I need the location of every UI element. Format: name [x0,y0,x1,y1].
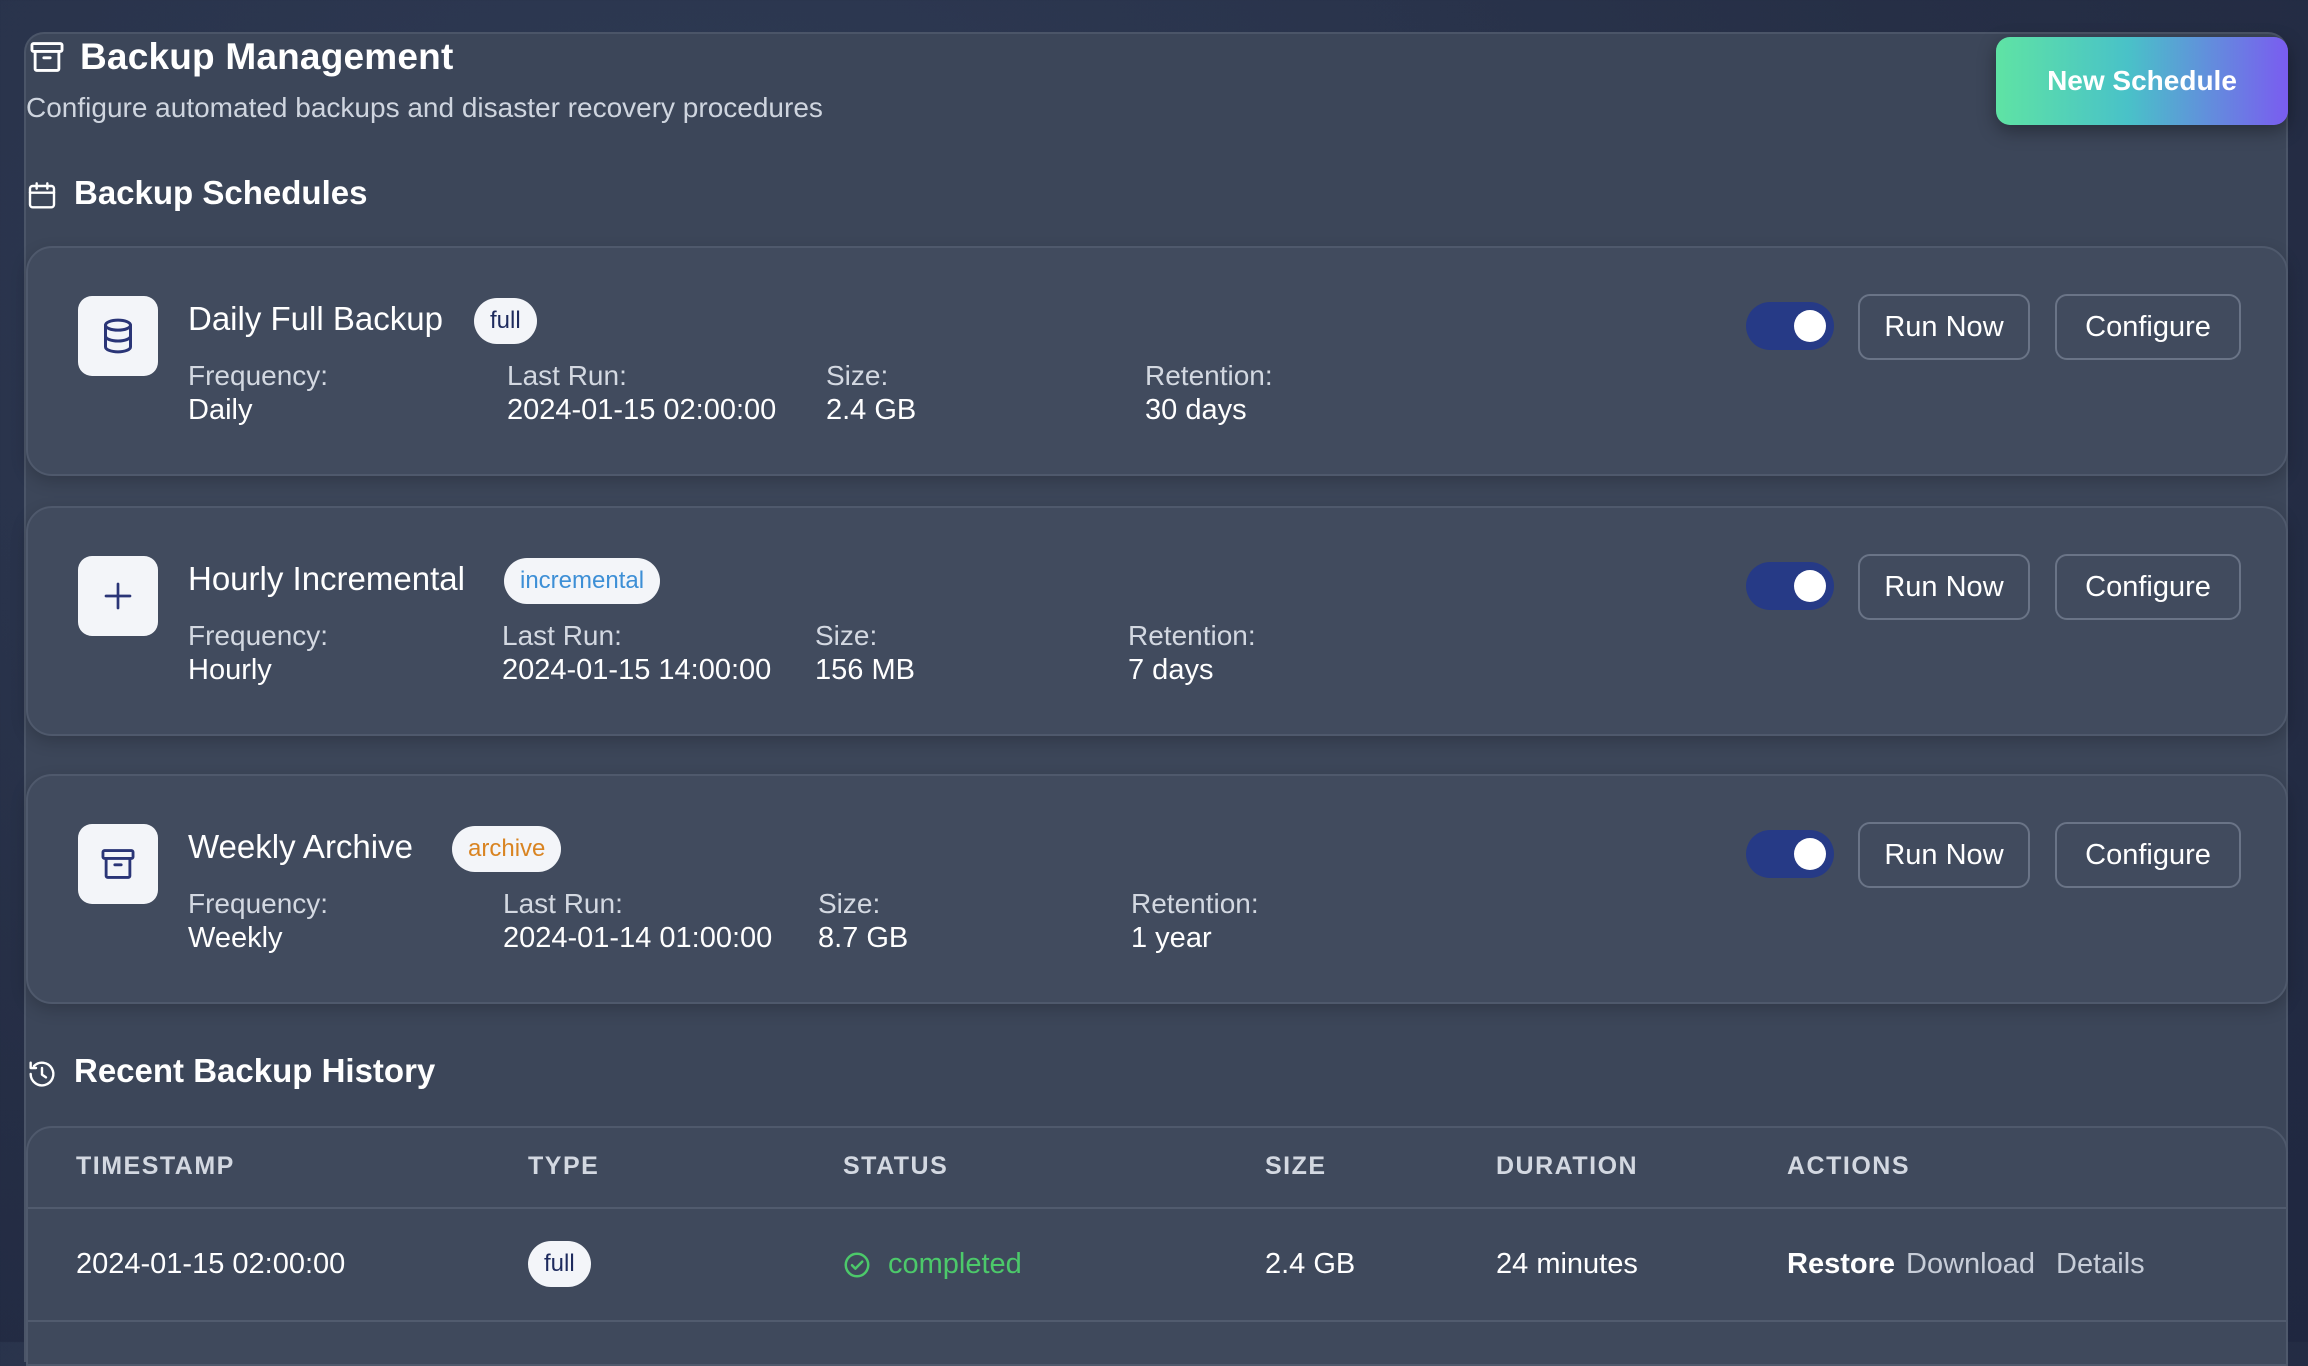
column-header-status[interactable]: STATUS [843,1152,948,1181]
column-header-duration[interactable]: DURATION [1496,1152,1638,1181]
run-now-button[interactable]: Run Now [1858,294,2030,360]
row-divider [28,1320,2286,1322]
frequency-value: Weekly [188,922,283,954]
schedule-name: Daily Full Backup [188,300,443,337]
retention-label: Retention: [1131,888,1259,919]
type-badge: archive [452,826,562,872]
calendar-icon [28,182,56,209]
size-label: Size: [826,360,889,391]
history-duration: 24 minutes [1496,1248,1638,1280]
schedule-enabled-toggle[interactable] [1746,302,1834,350]
configure-button[interactable]: Configure [2055,822,2241,888]
size-label: Size: [815,620,878,651]
last-run-label: Last Run: [507,360,627,391]
page-subtitle: Configure automated backups and disaster… [26,92,823,123]
size-value: 2.4 GB [826,394,917,426]
last-run-value: 2024-01-14 01:00:00 [503,922,773,954]
schedule-enabled-toggle[interactable] [1746,830,1834,878]
run-now-button[interactable]: Run Now [1858,822,2030,888]
schedule-enabled-toggle[interactable] [1746,562,1834,610]
last-run-label: Last Run: [502,620,622,651]
frequency-value: Daily [188,394,253,426]
retention-value: 1 year [1131,922,1212,954]
retention-label: Retention: [1128,620,1256,651]
details-link[interactable]: Details [2056,1248,2145,1281]
history-icon [29,1061,55,1087]
schedule-name: Weekly Archive [188,828,413,865]
configure-button[interactable]: Configure [2055,294,2241,360]
plus-icon [104,582,132,610]
frequency-value: Hourly [188,654,272,686]
download-link[interactable]: Download [1906,1248,2035,1281]
schedule-card: Weekly Archive archive Frequency: Weekly… [26,774,2288,1004]
column-header-size[interactable]: SIZE [1265,1152,1327,1181]
header-divider [28,1207,2286,1209]
history-status: completed [888,1248,1022,1280]
history-table [26,1126,2288,1366]
frequency-label: Frequency: [188,360,329,391]
frequency-label: Frequency: [188,888,329,919]
toggle-knob [1794,838,1826,870]
schedules-section-title: Backup Schedules [74,174,368,211]
run-now-button[interactable]: Run Now [1858,554,2030,620]
last-run-label: Last Run: [503,888,623,919]
schedule-card: Daily Full Backup full Frequency: Daily … [26,246,2288,476]
archive-icon [101,849,135,879]
last-run-value: 2024-01-15 02:00:00 [507,394,777,426]
history-section-title: Recent Backup History [74,1052,436,1089]
toggle-knob [1794,570,1826,602]
schedule-name: Hourly Incremental [188,560,465,597]
page-title: Backup Management [80,36,454,77]
last-run-value: 2024-01-15 14:00:00 [502,654,772,686]
retention-value: 30 days [1145,394,1247,426]
schedule-card: Hourly Incremental incremental Frequency… [26,506,2288,736]
size-label: Size: [818,888,881,919]
schedule-icon-box [78,556,158,636]
column-header-type[interactable]: TYPE [528,1152,599,1181]
configure-button[interactable]: Configure [2055,554,2241,620]
check-circle-icon [844,1252,870,1278]
retention-label: Retention: [1145,360,1273,391]
schedule-icon-box [78,824,158,904]
new-schedule-button[interactable]: New Schedule [1996,37,2288,125]
column-header-actions: ACTIONS [1787,1152,1910,1180]
schedule-icon-box [78,296,158,376]
restore-link[interactable]: Restore [1787,1248,1895,1281]
toggle-knob [1794,310,1826,342]
history-type-badge: full [528,1241,591,1287]
size-value: 156 MB [815,654,915,686]
size-value: 8.7 GB [818,922,909,954]
archive-icon [30,42,64,72]
frequency-label: Frequency: [188,620,329,651]
history-timestamp: 2024-01-15 02:00:00 [76,1248,346,1280]
type-badge: full [474,298,537,344]
column-header-timestamp[interactable]: TIMESTAMP [76,1152,235,1181]
history-size: 2.4 GB [1265,1248,1356,1280]
type-badge: incremental [504,558,661,604]
retention-value: 7 days [1128,654,1214,686]
database-icon [104,318,132,354]
